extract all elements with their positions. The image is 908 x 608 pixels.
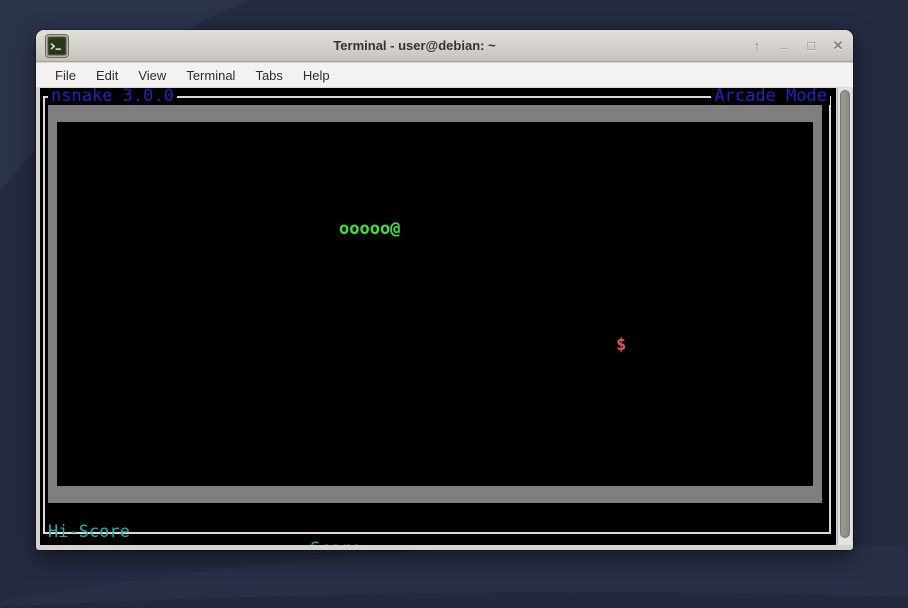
food-dollar: $ — [616, 337, 626, 354]
menu-tabs[interactable]: Tabs — [245, 63, 292, 88]
menu-help[interactable]: Help — [293, 63, 340, 88]
window-title: Terminal - user@debian: ~ — [96, 30, 733, 62]
score-label: Score — [310, 541, 361, 545]
menu-terminal[interactable]: Terminal — [176, 63, 245, 88]
terminal-window: Terminal - user@debian: ~ ↑ _ □ ✕ File E… — [36, 30, 853, 550]
scrollbar-thumb[interactable] — [840, 90, 850, 538]
scrollbar-track[interactable] — [837, 88, 852, 545]
desktop: Terminal - user@debian: ~ ↑ _ □ ✕ File E… — [0, 0, 908, 608]
shade-button[interactable]: ↑ — [748, 36, 766, 56]
maximize-button[interactable]: □ — [802, 36, 820, 56]
minimize-button[interactable]: _ — [775, 36, 793, 56]
snake: ooooo@ — [339, 221, 400, 238]
game-mode-label: Arcade Mode — [711, 88, 830, 105]
hi-score-label: Hi-Score — [48, 524, 130, 541]
game-title: nsnake 3.0.0 — [48, 88, 177, 105]
menubar: File Edit View Terminal Tabs Help — [36, 63, 853, 88]
close-button[interactable]: ✕ — [829, 36, 847, 56]
titlebar[interactable]: Terminal - user@debian: ~ ↑ _ □ ✕ — [36, 30, 853, 62]
terminal-screen[interactable]: nsnake 3.0.0 Arcade Mode ooooo@ $ Hi-Sco… — [40, 88, 836, 545]
menu-edit[interactable]: Edit — [86, 63, 128, 88]
game-wall — [48, 105, 822, 503]
menu-view[interactable]: View — [128, 63, 176, 88]
terminal-app-icon[interactable] — [45, 34, 69, 58]
game-status-bar: Hi-Score Score 6 Speed 1 — [40, 507, 836, 524]
game-field — [57, 122, 813, 486]
menu-file[interactable]: File — [45, 63, 86, 88]
window-controls: ↑ _ □ ✕ — [748, 30, 847, 62]
